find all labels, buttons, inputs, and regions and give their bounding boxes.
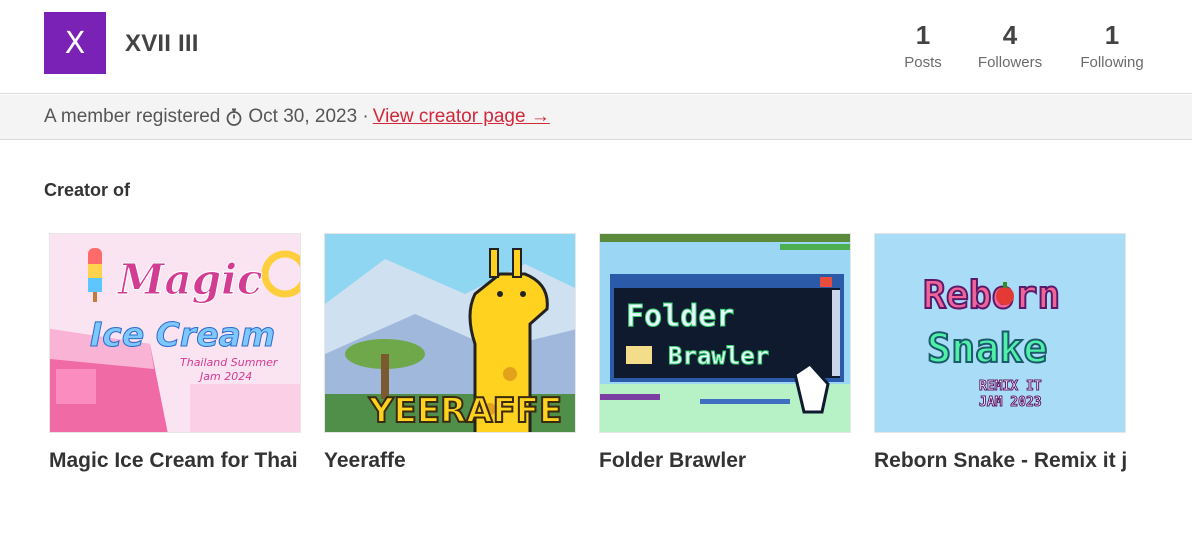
stat-following-label: Following xyxy=(1080,54,1144,71)
game-thumbnail[interactable]: Folder Brawler xyxy=(599,233,851,433)
game-thumbnail[interactable]: Magic Ice Cream Thailand Summer Jam 2024 xyxy=(49,233,301,433)
section-title: Creator of xyxy=(44,180,131,200)
game-card[interactable]: Magic Ice Cream Thailand Summer Jam 2024… xyxy=(49,233,301,473)
avatar[interactable]: X xyxy=(44,12,106,74)
svg-text:Reborn: Reborn xyxy=(923,273,1060,317)
stat-following[interactable]: 1 Following xyxy=(1074,20,1150,71)
thumb-text: YEERAFFE xyxy=(368,391,562,431)
registered-date: Oct 30, 2023 · xyxy=(248,106,369,127)
stat-followers-value: 4 xyxy=(1002,20,1018,50)
svg-text:Ice Cream: Ice Cream xyxy=(90,315,275,354)
svg-text:Snake: Snake xyxy=(927,326,1047,372)
game-title[interactable]: Yeeraffe xyxy=(324,449,576,473)
stopwatch-icon xyxy=(224,107,244,127)
game-thumbnail[interactable]: Reborn Snake REMIX IT JAM 2023 xyxy=(874,233,1126,433)
svg-text:Jam 2024: Jam 2024 xyxy=(198,370,252,383)
game-title[interactable]: Reborn Snake - Remix it j xyxy=(874,449,1126,473)
stat-followers-label: Followers xyxy=(977,54,1043,71)
view-creator-page-link[interactable]: View creator page → xyxy=(373,106,550,128)
registered-text: A member registered xyxy=(44,106,221,127)
game-card[interactable]: YEERAFFE Yeeraffe xyxy=(324,233,576,473)
game-card[interactable]: Folder Brawler Folder Brawler xyxy=(599,233,851,473)
member-info-bar: A member registered Oct 30, 2023 · View … xyxy=(0,95,1192,140)
profile-header: X XVII III 1 Posts 4 Followers 1 Followi… xyxy=(0,0,1192,94)
game-card[interactable]: Reborn Snake REMIX IT JAM 2023 Reborn Sn… xyxy=(874,233,1126,473)
svg-text:Magic: Magic xyxy=(116,255,263,304)
svg-text:JAM 2023: JAM 2023 xyxy=(979,395,1042,410)
stat-posts[interactable]: 1 Posts xyxy=(893,20,953,71)
stat-followers[interactable]: 4 Followers xyxy=(970,20,1050,71)
stat-posts-value: 1 xyxy=(915,20,931,50)
svg-text:REMIX IT: REMIX IT xyxy=(979,379,1042,394)
game-thumbnail[interactable]: YEERAFFE xyxy=(324,233,576,433)
game-title[interactable]: Magic Ice Cream for Thai xyxy=(49,449,301,473)
stat-following-value: 1 xyxy=(1104,20,1120,50)
svg-text:Folder: Folder xyxy=(626,299,734,334)
stat-posts-label: Posts xyxy=(904,54,942,71)
svg-text:Brawler: Brawler xyxy=(668,342,769,370)
svg-text:Thailand Summer: Thailand Summer xyxy=(180,356,279,369)
username: XVII III xyxy=(125,30,199,57)
game-title[interactable]: Folder Brawler xyxy=(599,449,851,473)
